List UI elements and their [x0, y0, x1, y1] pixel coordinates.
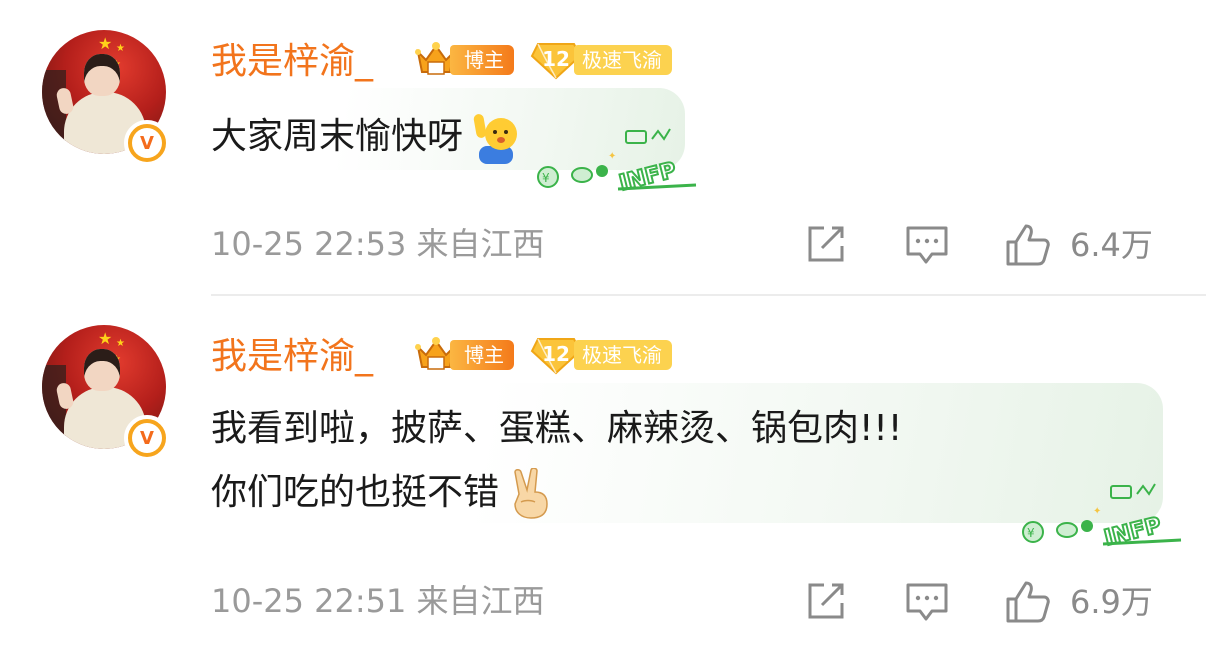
- fan-level-title: 极速飞渝: [574, 45, 672, 75]
- verified-v-icon: V: [132, 423, 162, 453]
- username[interactable]: 我是梓渝_: [211, 40, 373, 84]
- username[interactable]: 我是梓渝_: [211, 335, 373, 379]
- blogger-badge-label: 博主: [450, 340, 514, 370]
- comment-text-line-1: 我看到啦，披萨、蛋糕、麻辣烫、锅包肉!!!: [211, 408, 903, 449]
- fan-level-number: 12: [542, 342, 570, 366]
- location: 来自江西: [416, 225, 545, 263]
- thumbs-up-icon: [1006, 581, 1050, 623]
- comment-meta: 10-25 22:53 来自江西: [211, 224, 545, 264]
- infp-sticker-decoration: ¥ ✦ INFP: [537, 128, 697, 195]
- share-button[interactable]: [804, 579, 848, 623]
- thumbs-up-icon: [1006, 224, 1050, 266]
- like-button[interactable]: 6.4万: [1004, 222, 1153, 268]
- comment-text-line-2: 你们吃的也挺不错: [211, 468, 553, 520]
- fan-level-title: 极速飞渝: [574, 340, 672, 370]
- share-icon: [808, 583, 844, 619]
- victory-hand-emoji: [514, 468, 548, 519]
- like-count: 6.9万: [1070, 583, 1153, 621]
- blogger-badge[interactable]: 博主: [414, 40, 522, 80]
- avatar-face: [84, 54, 120, 96]
- location: 来自江西: [416, 582, 545, 620]
- flag-star-icon: ★: [98, 329, 113, 348]
- comment-icon: [906, 583, 948, 621]
- comment-text-line: 大家周末愉快呀: [211, 116, 464, 157]
- comment-icon: [906, 226, 948, 264]
- svg-text:¥: ¥: [542, 171, 550, 185]
- svg-text:¥: ¥: [1027, 526, 1035, 540]
- blogger-badge[interactable]: 博主: [414, 335, 522, 375]
- flag-star-icon: ★: [98, 34, 113, 53]
- reply-button[interactable]: [904, 222, 950, 266]
- comment-item: ★ ★ ★ V 我是梓渝_ 博主 12 极速飞渝 我看到啦，披萨、蛋糕、麻辣烫、…: [0, 295, 1206, 646]
- like-button[interactable]: 6.9万: [1004, 579, 1153, 625]
- reply-button[interactable]: [904, 579, 950, 623]
- fan-level-number: 12: [542, 47, 570, 71]
- blogger-badge-label: 博主: [450, 45, 514, 75]
- comment-meta: 10-25 22:51 来自江西: [211, 581, 545, 621]
- comment-text: 大家周末愉快呀: [211, 112, 519, 164]
- verified-badge: V: [124, 415, 170, 461]
- timestamp: 10-25 22:53: [211, 225, 407, 263]
- flag-star-icon: ★: [116, 43, 125, 54]
- raised-hand-emoji: [473, 114, 518, 164]
- share-icon: [808, 226, 844, 262]
- fan-level-badge[interactable]: 12 极速飞渝: [530, 335, 690, 375]
- infp-sticker-decoration: ¥ ✦ INFP: [1022, 483, 1182, 550]
- verified-v-icon: V: [132, 128, 162, 158]
- fan-level-badge[interactable]: 12 极速飞渝: [530, 40, 690, 80]
- timestamp: 10-25 22:51: [211, 582, 407, 620]
- verified-badge: V: [124, 120, 170, 166]
- share-button[interactable]: [804, 222, 848, 266]
- svg-text:✦: ✦: [1093, 506, 1101, 517]
- flag-star-icon: ★: [116, 338, 125, 349]
- svg-text:✦: ✦: [608, 151, 616, 162]
- comment-text-line: 你们吃的也挺不错: [211, 472, 500, 513]
- avatar-face: [84, 349, 120, 391]
- comment-item: ★ ★ ★ V 我是梓渝_ 博主 12 极速飞渝 大家周末愉快呀: [0, 0, 1206, 295]
- like-count: 6.4万: [1070, 226, 1153, 264]
